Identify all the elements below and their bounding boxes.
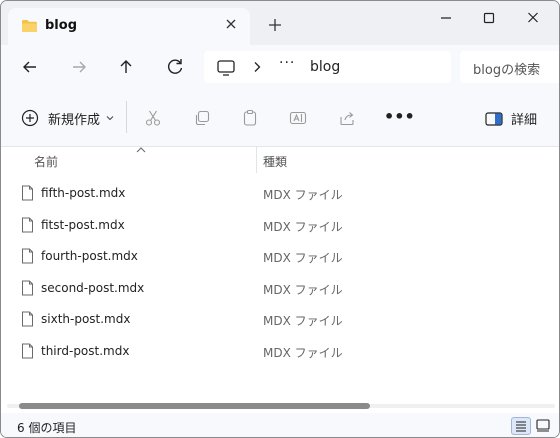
title-bar: blog	[1, 1, 559, 45]
navigation-bar: ··· blog blogの検索	[1, 45, 559, 89]
column-header-name[interactable]: 名前	[34, 153, 58, 170]
folder-icon	[22, 20, 37, 32]
command-bar: 新規作成 ••• 詳細	[1, 89, 559, 147]
file-name: sixth-post.mdx	[41, 312, 131, 326]
chevron-down-icon	[106, 116, 114, 121]
file-row[interactable]: fifth-post.mdx MDX ファイル	[1, 178, 559, 209]
file-list: 名前 種類 fifth-post.mdx MDX ファイル fitst-post.m…	[1, 147, 559, 399]
file-name: fourth-post.mdx	[41, 249, 138, 263]
paste-icon[interactable]	[241, 109, 259, 127]
file-name: fitst-post.mdx	[41, 217, 125, 232]
forward-arrow-icon[interactable]	[67, 55, 91, 79]
close-window-icon[interactable]	[521, 9, 545, 27]
refresh-icon[interactable]	[163, 55, 187, 79]
details-button[interactable]: 詳細	[485, 109, 537, 128]
file-row[interactable]: fourth-post.mdx MDX ファイル	[1, 241, 559, 272]
tab-title: blog	[45, 18, 77, 33]
address-bar[interactable]: ··· blog	[204, 51, 451, 83]
tab-blog[interactable]: blog	[8, 8, 250, 45]
list-view-icon	[516, 421, 526, 432]
tiles-view-button[interactable]	[534, 417, 554, 435]
new-button[interactable]: 新規作成	[21, 106, 114, 130]
back-arrow-icon[interactable]	[18, 55, 42, 79]
tiles-view-icon	[536, 419, 550, 432]
file-type: MDX ファイル	[263, 188, 343, 202]
list-view-button[interactable]	[511, 417, 531, 435]
scrollbar-thumb[interactable]	[19, 403, 370, 409]
chevron-right-icon[interactable]	[252, 61, 262, 73]
sort-ascending-icon	[136, 147, 146, 153]
column-header-type[interactable]: 種類	[263, 153, 287, 170]
details-pane-icon	[485, 111, 503, 126]
copy-icon[interactable]	[193, 109, 211, 127]
explorer-window: blog ··· blog blogの検索 新規作成 ••• 詳細 名前 種類 …	[0, 0, 560, 438]
file-name: second-post.mdx	[41, 280, 145, 295]
scissors-icon[interactable]	[144, 109, 162, 127]
status-bar: 6 個の項目	[1, 413, 559, 437]
minimize-icon[interactable]	[434, 9, 458, 27]
monitor-icon	[217, 60, 235, 76]
file-row[interactable]: sixth-post.mdx MDX ファイル	[1, 304, 559, 335]
add-circle-icon	[21, 109, 39, 127]
new-button-label: 新規作成	[48, 112, 101, 128]
search-placeholder: blogの検索	[473, 63, 541, 78]
file-type: MDX ファイル	[263, 314, 343, 328]
file-type: MDX ファイル	[263, 282, 343, 297]
breadcrumb-overflow[interactable]: ···	[279, 55, 295, 71]
file-icon	[22, 280, 33, 295]
file-row[interactable]: fitst-post.mdx MDX ファイル	[1, 210, 559, 241]
breadcrumb-current[interactable]: blog	[310, 59, 340, 75]
file-name: third-post.mdx	[41, 343, 130, 358]
horizontal-scrollbar[interactable]	[1, 399, 559, 413]
file-row[interactable]: second-post.mdx MDX ファイル	[1, 273, 559, 304]
toolbar-divider	[126, 101, 127, 133]
more-options-button[interactable]: •••	[384, 109, 415, 125]
file-row[interactable]: third-post.mdx MDX ファイル	[1, 336, 559, 367]
file-icon	[22, 311, 33, 327]
search-input[interactable]: blogの検索	[460, 51, 559, 83]
item-count: 6 個の項目	[17, 421, 77, 435]
file-icon	[22, 248, 33, 264]
maximize-icon[interactable]	[477, 9, 501, 27]
details-label: 詳細	[511, 113, 538, 128]
file-type: MDX ファイル	[263, 345, 343, 360]
file-icon	[22, 343, 33, 358]
file-icon	[22, 217, 33, 232]
file-icon	[22, 185, 33, 201]
file-name: fifth-post.mdx	[41, 186, 126, 200]
share-icon[interactable]	[338, 109, 356, 127]
close-icon[interactable]	[223, 16, 239, 32]
file-type: MDX ファイル	[263, 251, 343, 265]
up-arrow-icon[interactable]	[114, 55, 138, 79]
plus-icon[interactable]	[265, 15, 285, 35]
rename-icon[interactable]	[289, 109, 307, 127]
column-divider[interactable]	[256, 147, 257, 173]
file-type: MDX ファイル	[263, 219, 343, 234]
